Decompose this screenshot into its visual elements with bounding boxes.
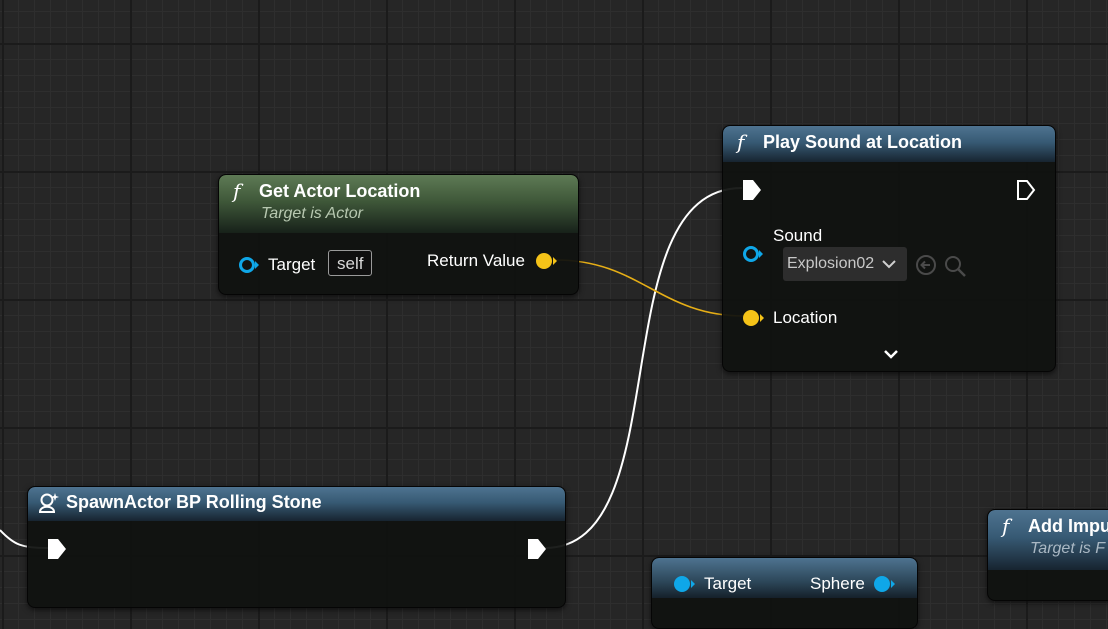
node-subtitle: Target is Actor — [261, 205, 363, 222]
play-sound-at-location-node[interactable]: f Play Sound at Location Sound Explosion… — [722, 125, 1056, 372]
arrow-left-circle-icon[interactable] — [915, 254, 937, 276]
chevron-down-icon — [882, 260, 896, 269]
get-actor-location-node[interactable]: f Get Actor Location Target is Actor Tar… — [218, 174, 579, 295]
partial-bottom-node[interactable]: Target Sphere — [651, 557, 918, 629]
node-title: Add Impu — [1028, 515, 1108, 536]
function-icon: f — [1002, 514, 1010, 538]
target-pin-label: Target — [704, 574, 752, 593]
function-icon: f — [737, 130, 745, 154]
target-pin-label: Target — [268, 255, 316, 274]
object-pin-icon[interactable] — [672, 574, 698, 594]
exec-out-pin-icon[interactable] — [527, 538, 547, 560]
location-vector-pin-icon[interactable] — [741, 307, 767, 329]
node-header: SpawnActor BP Rolling Stone — [28, 487, 565, 521]
sphere-pin-label: Sphere — [810, 574, 865, 593]
node-header: f Add Impu Target is F — [988, 510, 1108, 570]
node-header: f Get Actor Location Target is Actor — [219, 175, 578, 233]
node-title: Get Actor Location — [259, 180, 421, 201]
exec-in-pin-icon[interactable] — [47, 538, 67, 560]
return-value-label: Return Value — [427, 251, 525, 270]
vector-pin-icon[interactable] — [534, 250, 560, 272]
exec-in-pin-icon[interactable] — [742, 179, 762, 201]
target-default-value[interactable]: self — [328, 250, 373, 276]
spawn-actor-node[interactable]: SpawnActor BP Rolling Stone — [27, 486, 566, 608]
vector-wire[interactable] — [555, 259, 745, 317]
object-pin-icon[interactable] — [872, 574, 898, 594]
node-subtitle: Target is F — [1030, 540, 1105, 557]
function-icon: f — [233, 179, 241, 203]
search-icon[interactable] — [943, 254, 967, 278]
add-impulse-node[interactable]: f Add Impu Target is F — [987, 509, 1108, 601]
node-title: Play Sound at Location — [763, 131, 963, 152]
sound-pin-label: Sound — [773, 226, 823, 245]
sound-asset-value: Explosion02 — [787, 255, 875, 272]
exec-out-pin-icon[interactable] — [1016, 179, 1036, 201]
node-title: SpawnActor BP Rolling Stone — [66, 491, 322, 512]
spawn-actor-icon — [38, 493, 59, 513]
sound-asset-dropdown[interactable]: Explosion02 — [783, 247, 907, 281]
expand-chevron-down-icon[interactable] — [883, 349, 899, 361]
node-header: f Play Sound at Location — [723, 126, 1055, 162]
object-pin-icon[interactable] — [238, 255, 262, 275]
sound-object-pin-icon[interactable] — [742, 244, 766, 264]
location-pin-label: Location — [773, 308, 838, 327]
